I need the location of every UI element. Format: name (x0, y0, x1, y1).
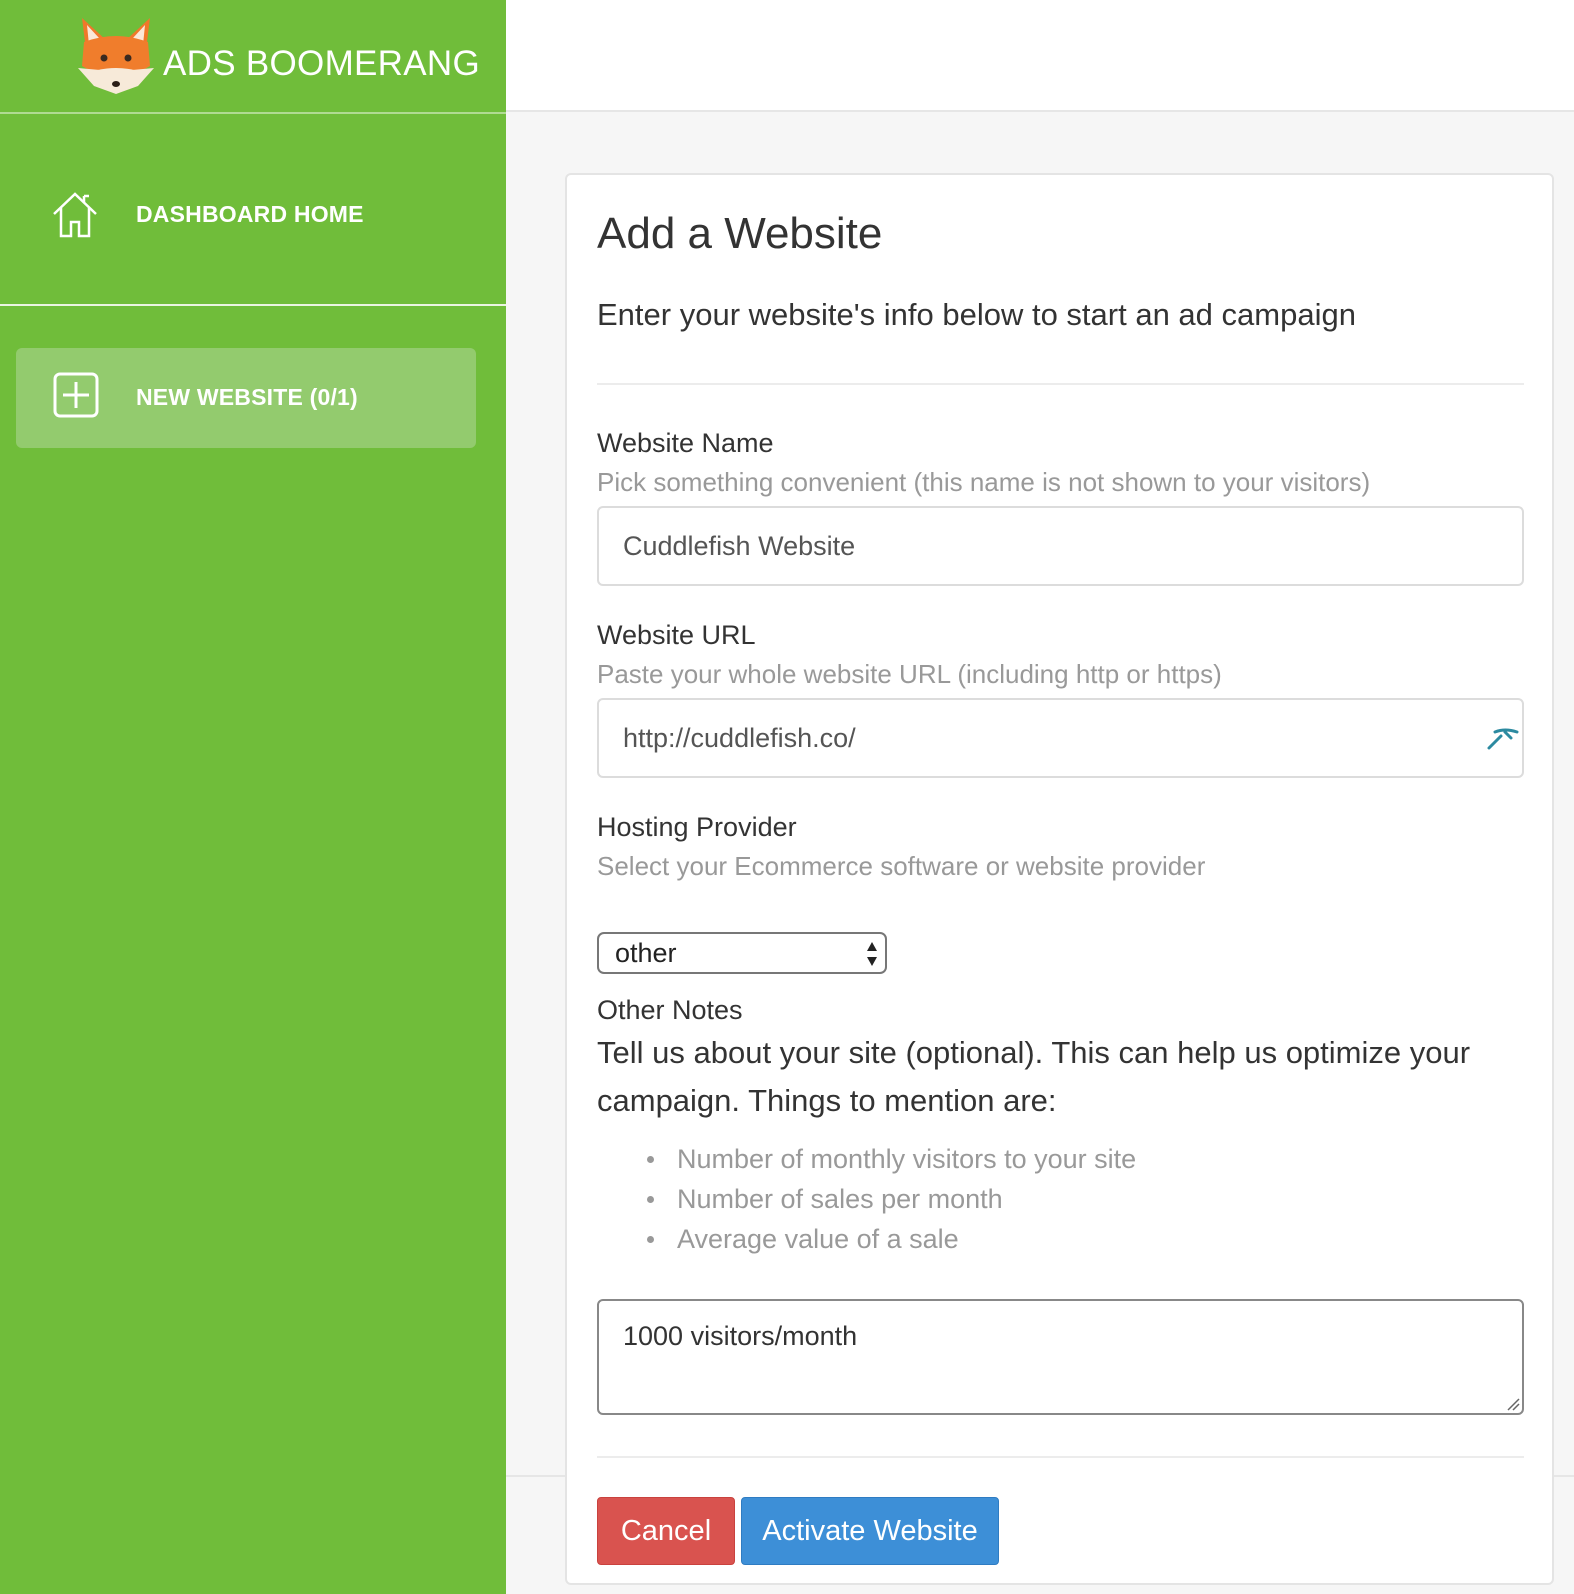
resize-grip-icon[interactable] (1506, 1397, 1520, 1411)
select-arrows-icon (867, 942, 877, 966)
other-notes-label: Other Notes (597, 995, 743, 1025)
hosting-provider-select[interactable]: other (597, 932, 887, 974)
activate-website-button[interactable]: Activate Website (741, 1497, 999, 1565)
website-name-label: Website Name (597, 428, 774, 458)
website-url-help: Paste your whole website URL (including … (597, 659, 1222, 689)
sidebar-item-dashboard-home[interactable]: DASHBOARD HOME (0, 114, 506, 306)
sidebar-item-label: NEW WEBSITE (0/1) (136, 384, 358, 410)
brand-header: ADS BOOMERANG (0, 0, 506, 114)
sidebar: ADS BOOMERANG DASHBOARD HOME NEW WEBSITE… (0, 0, 506, 1594)
hosting-provider-selected-value: other (615, 938, 677, 968)
other-notes-description: Tell us about your site (optional). This… (597, 1035, 1471, 1118)
home-icon (53, 192, 97, 238)
hosting-provider-help: Select your Ecommerce software or websit… (597, 851, 1206, 881)
website-name-input[interactable] (597, 506, 1524, 586)
add-website-card: Add a Website Enter your website's info … (565, 173, 1554, 1585)
top-bar (506, 0, 1574, 112)
website-name-help: Pick something convenient (this name is … (597, 467, 1371, 497)
plus-square-icon (53, 372, 99, 418)
website-url-label: Website URL (597, 620, 756, 650)
page-subtitle: Enter your website's info below to start… (597, 297, 1356, 332)
list-item: Number of sales per month (597, 1179, 1136, 1219)
extension-icon[interactable] (1485, 722, 1521, 752)
other-notes-textarea[interactable]: 1000 visitors/month (597, 1299, 1524, 1415)
sidebar-item-new-website[interactable]: NEW WEBSITE (0/1) (16, 348, 476, 448)
list-item: Number of monthly visitors to your site (597, 1139, 1136, 1179)
website-url-input[interactable] (597, 698, 1524, 778)
cancel-button[interactable]: Cancel (597, 1497, 735, 1565)
header-divider (597, 383, 1524, 385)
fox-logo-icon (78, 18, 154, 94)
footer-divider-card (597, 1456, 1524, 1458)
hosting-provider-label: Hosting Provider (597, 812, 797, 842)
page-title: Add a Website (597, 209, 883, 258)
brand-name: ADS BOOMERANG (163, 44, 481, 83)
list-item: Average value of a sale (597, 1219, 1136, 1259)
sidebar-item-label: DASHBOARD HOME (136, 201, 364, 227)
notes-suggestions-list: Number of monthly visitors to your site … (597, 1139, 1136, 1259)
